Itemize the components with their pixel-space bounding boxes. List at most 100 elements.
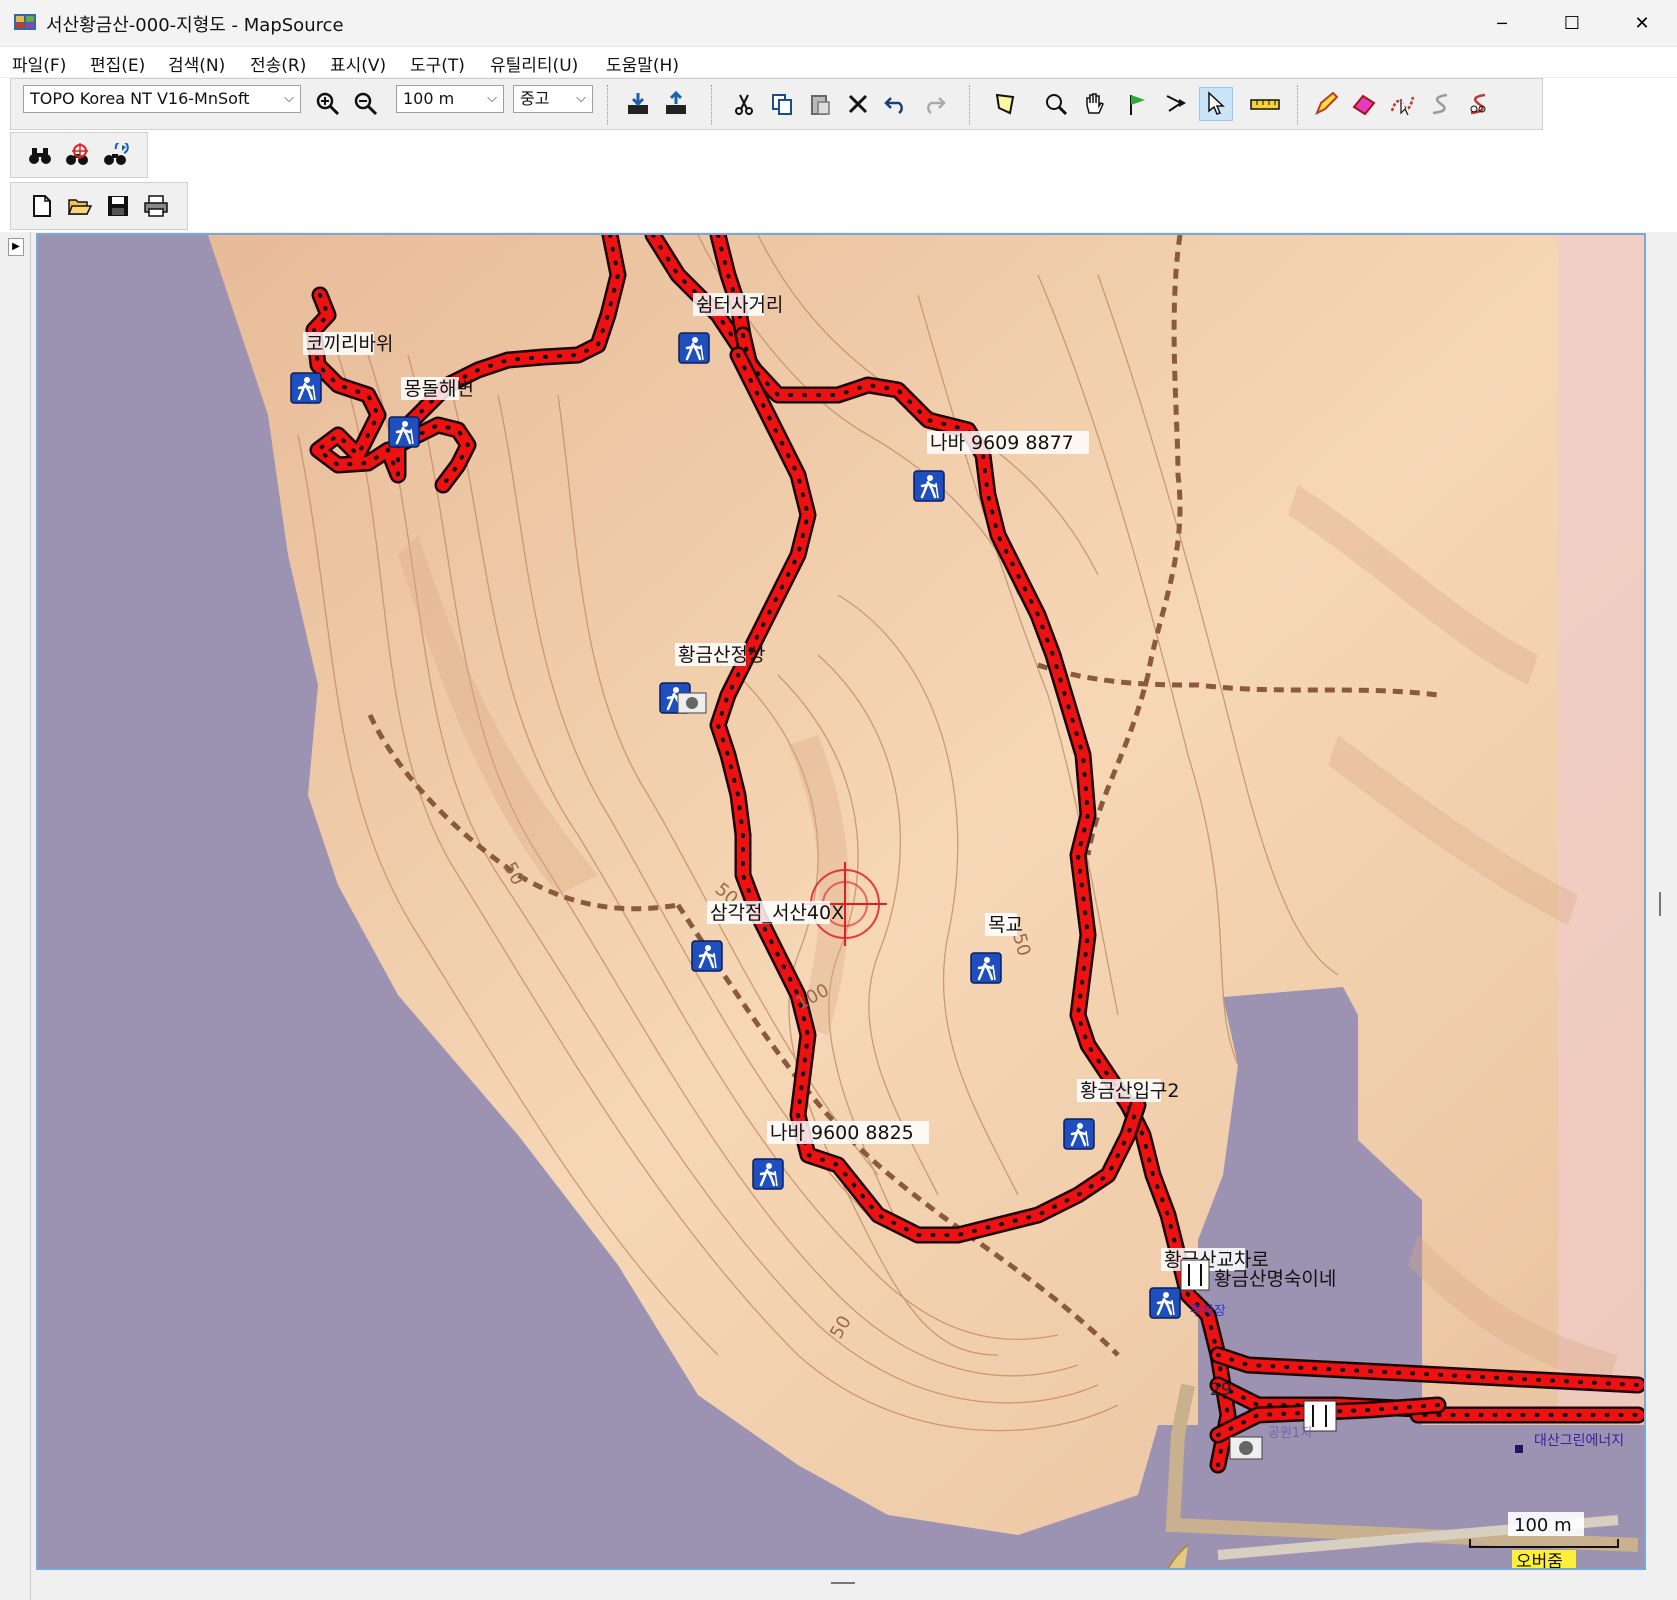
find-recent-button[interactable] bbox=[101, 141, 131, 171]
new-file-button[interactable] bbox=[27, 191, 57, 221]
zoom-in-icon bbox=[316, 92, 340, 116]
zoom-tool-button[interactable] bbox=[1041, 89, 1071, 119]
toolbar-separator bbox=[969, 85, 972, 125]
hand-tool-button[interactable] bbox=[1079, 89, 1109, 119]
splitter-handle[interactable] bbox=[1659, 892, 1661, 916]
menu-bar: 파일(F) 편집(E) 검색(N) 전송(R) 표시(V) 도구(T) 유틸리티… bbox=[0, 47, 1677, 77]
toolbar-separator bbox=[607, 85, 610, 125]
bottom-splitter-handle[interactable] bbox=[831, 1582, 855, 1584]
undo-icon bbox=[884, 97, 903, 115]
hiker-trailhead-icon bbox=[970, 952, 1002, 984]
send-to-device-button[interactable] bbox=[661, 89, 691, 119]
divide-track-button[interactable] bbox=[1463, 89, 1493, 119]
send-to-device-icon bbox=[666, 91, 686, 114]
waypoint-label: 몽돌해변 bbox=[404, 378, 474, 400]
print-icon bbox=[144, 195, 168, 217]
route-tool-icon bbox=[1166, 95, 1186, 112]
receive-from-device-icon bbox=[628, 93, 648, 114]
menu-transfer[interactable]: 전송(R) bbox=[250, 51, 306, 76]
waypoint-label: 코끼리바위 bbox=[306, 333, 393, 355]
select-track-icon bbox=[1390, 96, 1415, 116]
close-button[interactable]: ✕ bbox=[1607, 0, 1677, 46]
expand-panel-button[interactable]: ▶ bbox=[8, 238, 24, 256]
chevron-down-icon: ⌵ bbox=[576, 91, 586, 106]
join-track-icon bbox=[1432, 93, 1448, 115]
hiker-trailhead-icon bbox=[752, 1158, 784, 1190]
hiker-trailhead-icon bbox=[913, 470, 945, 502]
select-tool-button[interactable] bbox=[1199, 87, 1233, 121]
hiker-trailhead-icon bbox=[290, 372, 322, 404]
eraser-icon bbox=[1352, 94, 1376, 116]
pencil-highlight-icon bbox=[1315, 91, 1339, 116]
receive-from-device-button[interactable] bbox=[623, 89, 653, 119]
waypoint-tool-button[interactable] bbox=[1123, 89, 1153, 119]
find-button[interactable] bbox=[25, 141, 55, 171]
redo-icon bbox=[927, 97, 946, 115]
hiker-trailhead-icon bbox=[388, 416, 420, 448]
paste-button[interactable] bbox=[805, 89, 835, 119]
redo-button[interactable] bbox=[919, 89, 949, 119]
select-arrow-icon bbox=[1208, 91, 1225, 115]
find-toolbar bbox=[10, 132, 148, 178]
hiker-trailhead-icon bbox=[1149, 1287, 1181, 1319]
hand-tool-icon bbox=[1086, 93, 1104, 114]
waypoint-label: 목교 bbox=[988, 914, 1023, 936]
print-button[interactable] bbox=[141, 191, 171, 221]
open-folder-icon bbox=[67, 199, 93, 215]
zoom-out-button[interactable] bbox=[351, 89, 381, 119]
waypoint-label: 황금산입구2 bbox=[1080, 1080, 1180, 1102]
menu-search[interactable]: 검색(N) bbox=[168, 51, 225, 76]
join-track-button[interactable] bbox=[1425, 89, 1455, 119]
hiker-trailhead-icon bbox=[1063, 1118, 1095, 1150]
right-edge bbox=[1647, 232, 1677, 1600]
maximize-button[interactable]: ☐ bbox=[1537, 0, 1607, 46]
toolbar-separator bbox=[1297, 85, 1300, 125]
maximize-icon: ☐ bbox=[1563, 12, 1581, 34]
restaurant-label: 황금산명숙이네 bbox=[1214, 1268, 1336, 1290]
cut-icon bbox=[735, 94, 753, 115]
restaurant-poi-icon bbox=[1180, 1259, 1210, 1291]
cut-button[interactable] bbox=[729, 89, 759, 119]
copy-button[interactable] bbox=[767, 89, 797, 119]
map-product-select[interactable]: TOPO Korea NT V16-MnSoft ⌵ bbox=[23, 85, 301, 113]
divide-track-icon bbox=[1470, 93, 1486, 115]
menu-edit[interactable]: 편집(E) bbox=[90, 51, 145, 76]
map-product-value: TOPO Korea NT V16-MnSoft bbox=[30, 89, 250, 108]
save-button[interactable] bbox=[103, 191, 133, 221]
waypoint-label: 쉼터사거리 bbox=[696, 294, 783, 316]
map-canvas[interactable]: 50 50 100 50 50 코끼리바위몽돌해변쉼터사거리나바 9609 88… bbox=[38, 235, 1644, 1568]
undo-button[interactable] bbox=[881, 89, 911, 119]
toolbar-separator bbox=[711, 85, 714, 125]
parking-label: 주차장 bbox=[1190, 1304, 1226, 1319]
menu-view[interactable]: 표시(V) bbox=[330, 51, 386, 76]
open-button[interactable] bbox=[65, 191, 95, 221]
route-tool-button[interactable] bbox=[1161, 89, 1191, 119]
minimize-icon: ─ bbox=[1497, 13, 1507, 33]
mapsource-app-icon bbox=[14, 14, 36, 30]
zoom-scale-select[interactable]: 100 m ⌵ bbox=[396, 85, 504, 113]
overzoom-label: 오버줌 bbox=[1516, 1552, 1563, 1568]
measure-tool-button[interactable] bbox=[1247, 89, 1283, 119]
map-view[interactable]: 50 50 100 50 50 코끼리바위 몽돌해변 쉼터사거리 나바 9609 88… bbox=[36, 233, 1646, 1570]
menu-tools[interactable]: 도구(T) bbox=[410, 51, 465, 76]
close-icon: ✕ bbox=[1634, 12, 1650, 34]
map-tool-button[interactable] bbox=[991, 89, 1021, 119]
faint-label: 공원1지 bbox=[1268, 1426, 1312, 1441]
zoom-tool-icon bbox=[1046, 94, 1068, 116]
delete-button[interactable] bbox=[843, 89, 873, 119]
waypoint-flag-icon bbox=[1130, 95, 1145, 115]
zoom-in-button[interactable] bbox=[313, 89, 343, 119]
pencil-tool-button[interactable] bbox=[1311, 89, 1341, 119]
waypoint-label: 나바 9609 8877 bbox=[930, 432, 1074, 454]
menu-file[interactable]: 파일(F) bbox=[12, 51, 66, 76]
find-nearby-icon bbox=[66, 143, 88, 165]
menu-utilities[interactable]: 유틸리티(U) bbox=[490, 51, 578, 76]
select-track-button[interactable] bbox=[1387, 89, 1417, 119]
road-number-label: 29 bbox=[1210, 1380, 1232, 1400]
detail-level-select[interactable]: 중고 ⌵ bbox=[513, 85, 593, 113]
find-nearby-button[interactable] bbox=[63, 141, 93, 171]
eraser-tool-button[interactable] bbox=[1349, 89, 1379, 119]
menu-help[interactable]: 도움말(H) bbox=[606, 51, 679, 76]
minimize-button[interactable]: ─ bbox=[1467, 0, 1537, 46]
file-toolbar bbox=[10, 182, 188, 230]
